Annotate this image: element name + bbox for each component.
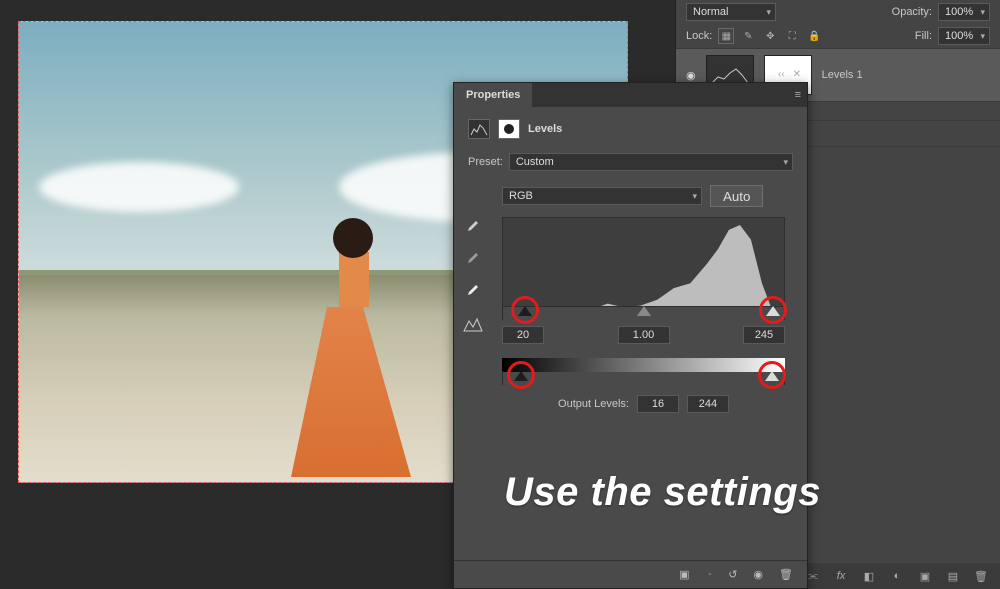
group-icon[interactable]: ▣ <box>918 570 932 583</box>
lock-label: Lock: <box>686 30 712 42</box>
output-black-field[interactable]: 16 <box>637 395 679 413</box>
layer-name[interactable]: Levels 1 <box>822 69 863 81</box>
fill-select[interactable]: 100% <box>938 27 990 45</box>
input-white-field[interactable]: 245 <box>743 326 785 344</box>
mask-icon[interactable]: ◧ <box>862 570 876 583</box>
input-slider-track[interactable] <box>502 306 785 320</box>
clip-to-layer-icon[interactable]: ▣ <box>679 568 689 581</box>
opacity-select[interactable]: 100% <box>938 3 990 21</box>
opacity-label: Opacity: <box>892 6 932 18</box>
reset-icon[interactable]: ↺ <box>728 568 737 581</box>
link-layers-icon[interactable]: ⫘ <box>806 570 820 583</box>
lock-image-icon[interactable]: ✎ <box>740 28 756 44</box>
trash-icon[interactable]: 🗑 <box>974 570 988 583</box>
selection-handle[interactable] <box>18 21 28 31</box>
lock-artboard-icon[interactable]: ⛶ <box>784 28 800 44</box>
panel-menu-icon[interactable]: ≡ <box>795 89 801 101</box>
adjustment-icon[interactable]: ◐ <box>890 570 904 582</box>
levels-histogram <box>502 217 785 307</box>
visibility-toggle-icon[interactable]: ◉ <box>686 69 696 82</box>
preset-select[interactable]: Custom <box>509 153 793 171</box>
blend-mode-select[interactable]: Normal <box>686 3 776 21</box>
visibility-icon[interactable]: ◉ <box>753 568 763 581</box>
lock-position-icon[interactable]: ✥ <box>762 28 778 44</box>
input-gamma-field[interactable]: 1.00 <box>618 326 670 344</box>
properties-footer: ▣ ◔ ↺ ◉ 🗑 <box>454 560 807 588</box>
fill-label: Fill: <box>915 30 932 42</box>
output-slider-track[interactable] <box>502 371 785 385</box>
auto-button[interactable]: Auto <box>710 185 763 207</box>
mask-mode-icon[interactable] <box>498 119 520 139</box>
selection-handle[interactable] <box>18 473 28 483</box>
input-black-field[interactable]: 20 <box>502 326 544 344</box>
black-point-eyedropper-icon[interactable] <box>466 213 484 231</box>
output-levels-label: Output Levels: <box>558 398 629 410</box>
white-point-eyedropper-icon[interactable] <box>466 277 484 295</box>
input-gamma-slider[interactable] <box>637 306 651 316</box>
gray-point-eyedropper-icon[interactable] <box>466 245 484 263</box>
trash-icon[interactable]: 🗑 <box>779 568 793 581</box>
selection-handle[interactable] <box>618 21 628 31</box>
close-icon[interactable]: ✕ <box>793 69 801 80</box>
output-gradient <box>502 358 785 372</box>
channel-select[interactable]: RGB <box>502 187 702 205</box>
collapse-icon[interactable]: ‹‹ <box>778 69 785 80</box>
preset-label: Preset: <box>468 156 503 168</box>
fx-icon[interactable]: fx <box>834 570 848 582</box>
new-layer-icon[interactable]: ▤ <box>946 570 960 583</box>
output-white-field[interactable]: 244 <box>687 395 729 413</box>
clip-preview-icon[interactable] <box>462 317 484 336</box>
output-white-slider[interactable] <box>765 371 779 381</box>
lock-all-icon[interactable]: 🔒 <box>806 28 822 44</box>
input-white-slider[interactable] <box>766 306 780 316</box>
view-previous-icon[interactable]: ◔ <box>706 569 713 581</box>
photo-subject <box>299 222 409 482</box>
properties-tab[interactable]: Properties <box>454 83 532 107</box>
decoration <box>39 162 239 212</box>
tutorial-annotation: Use the settings <box>504 470 821 515</box>
levels-mode-icon[interactable] <box>468 119 490 139</box>
output-black-slider[interactable] <box>514 371 528 381</box>
lock-transparency-icon[interactable]: ▦ <box>718 28 734 44</box>
panel-header[interactable]: Properties ≡ <box>454 83 807 107</box>
adjustment-title: Levels <box>528 123 562 135</box>
input-black-slider[interactable] <box>518 306 532 316</box>
